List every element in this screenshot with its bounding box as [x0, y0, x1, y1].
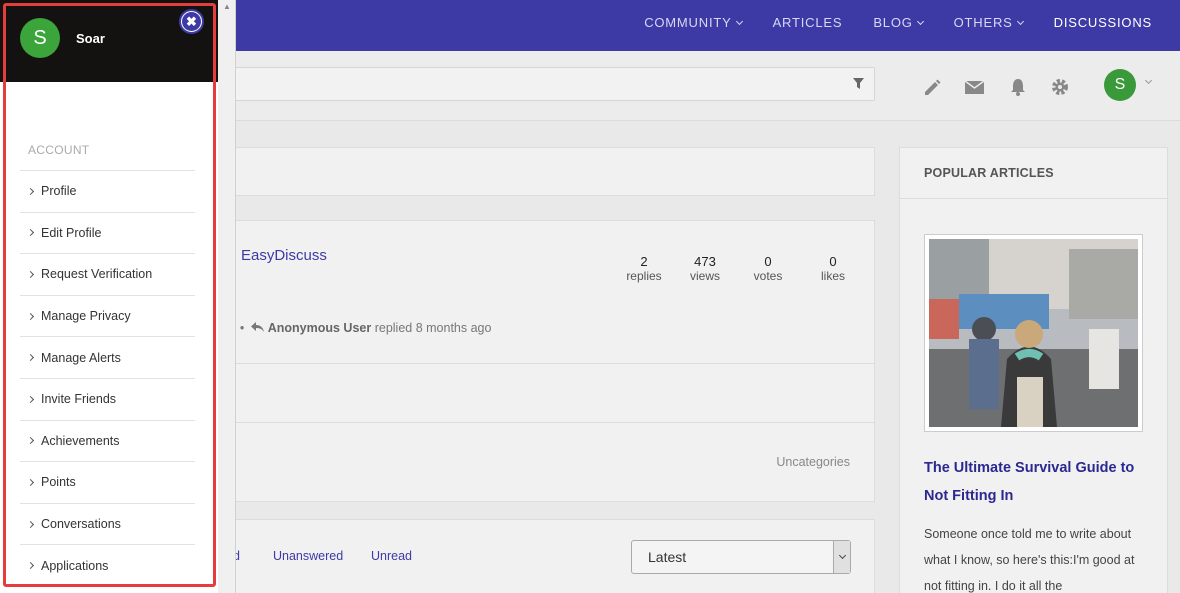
- divider: [226, 363, 874, 364]
- chevron-right-icon: [26, 520, 35, 528]
- chevron-right-icon: [26, 229, 35, 237]
- menu-item-request-verification[interactable]: Request Verification: [20, 253, 195, 295]
- article-image[interactable]: [924, 234, 1143, 432]
- chevron-down-icon: [833, 541, 850, 573]
- chevron-right-icon: [26, 270, 35, 279]
- menu-item-achievements[interactable]: Achievements: [20, 419, 195, 462]
- stat-replies: 2 replies: [626, 254, 662, 283]
- nav-others[interactable]: OTHERS: [954, 15, 1024, 30]
- menu-item-edit-profile[interactable]: Edit Profile: [20, 211, 195, 254]
- filter-icon[interactable]: [853, 78, 864, 90]
- close-icon: ✖: [182, 12, 201, 31]
- chevron-down-icon: [735, 17, 743, 25]
- popular-articles: POPULAR ARTICLES The Ultimate Survival G…: [899, 147, 1168, 593]
- scroll-up-icon[interactable]: ▲: [223, 2, 231, 11]
- chevron-right-icon: [26, 354, 35, 362]
- panel-header: S Soar ✖: [0, 0, 218, 82]
- user-side-panel: S Soar ✖ ACCOUNT Profile Edit Profile Re…: [0, 0, 218, 593]
- reply-user[interactable]: Anonymous User: [268, 321, 372, 335]
- street-scene-image: [929, 239, 1138, 427]
- chevron-right-icon: [26, 187, 35, 195]
- filter-bar: ed Unanswered Unread Latest: [225, 519, 875, 593]
- popular-article-title[interactable]: The Ultimate Survival Guide to Not Fitti…: [924, 454, 1149, 510]
- last-reply-meta: o • Anonymous User replied 8 months ago: [226, 321, 492, 335]
- menu-item-conversations[interactable]: Conversations: [20, 502, 195, 545]
- envelope-icon[interactable]: [964, 77, 985, 97]
- menu-item-applications[interactable]: Applications: [20, 544, 195, 586]
- avatar[interactable]: S: [20, 18, 60, 58]
- menu-item-invite-friends[interactable]: Invite Friends: [20, 377, 195, 420]
- panel-username[interactable]: Soar: [76, 31, 105, 46]
- post-card: EasyDiscuss 2 replies 473 views 0 votes 0 li…: [225, 220, 875, 502]
- close-button[interactable]: ✖: [179, 9, 204, 34]
- post-category[interactable]: Uncategories: [776, 455, 850, 469]
- chevron-down-icon: [1016, 17, 1024, 25]
- tab-unread[interactable]: Unread: [371, 549, 412, 563]
- menu-item-manage-alerts[interactable]: Manage Alerts: [20, 336, 195, 378]
- account-section-label: ACCOUNT: [28, 143, 90, 157]
- popular-article-excerpt: Someone once told me to write about what…: [924, 527, 1135, 593]
- chevron-down-icon: [916, 17, 924, 25]
- search-input[interactable]: [225, 67, 875, 101]
- panel-scrollbar[interactable]: ▲: [218, 0, 236, 593]
- divider: [226, 422, 874, 423]
- chevron-right-icon: [26, 562, 35, 570]
- stat-likes: 0 likes: [820, 254, 845, 283]
- account-menu: Profile Edit Profile Request Verificatio…: [20, 170, 195, 586]
- main-menu: COMMUNITY ARTICLES BLOG OTHERS DISCUSSIO…: [644, 0, 1152, 45]
- sort-select[interactable]: Latest: [631, 540, 851, 574]
- chevron-right-icon: [26, 395, 35, 403]
- category-header-card: [225, 147, 875, 196]
- menu-item-points[interactable]: Points: [20, 461, 195, 503]
- stat-views: 473 views: [689, 254, 720, 283]
- chevron-down-icon[interactable]: [1144, 76, 1153, 85]
- chevron-right-icon: [26, 478, 35, 486]
- gear-icon[interactable]: [1050, 77, 1070, 97]
- nav-articles[interactable]: ARTICLES: [773, 15, 843, 30]
- user-avatar[interactable]: S: [1104, 69, 1136, 101]
- post-title[interactable]: EasyDiscuss: [241, 247, 327, 264]
- reply-icon: [251, 322, 265, 332]
- chevron-right-icon: [26, 437, 35, 445]
- nav-community[interactable]: COMMUNITY: [644, 15, 743, 30]
- stat-votes: 0 votes: [753, 254, 783, 283]
- nav-discussions[interactable]: DISCUSSIONS: [1054, 15, 1152, 30]
- popular-heading: POPULAR ARTICLES: [900, 148, 1167, 199]
- pencil-icon[interactable]: [922, 77, 942, 97]
- menu-item-profile[interactable]: Profile: [20, 170, 195, 212]
- bell-icon[interactable]: [1008, 77, 1028, 97]
- nav-blog[interactable]: BLOG: [873, 15, 924, 30]
- menu-item-manage-privacy[interactable]: Manage Privacy: [20, 294, 195, 337]
- chevron-right-icon: [26, 312, 35, 320]
- tab-unanswered[interactable]: Unanswered: [273, 549, 343, 563]
